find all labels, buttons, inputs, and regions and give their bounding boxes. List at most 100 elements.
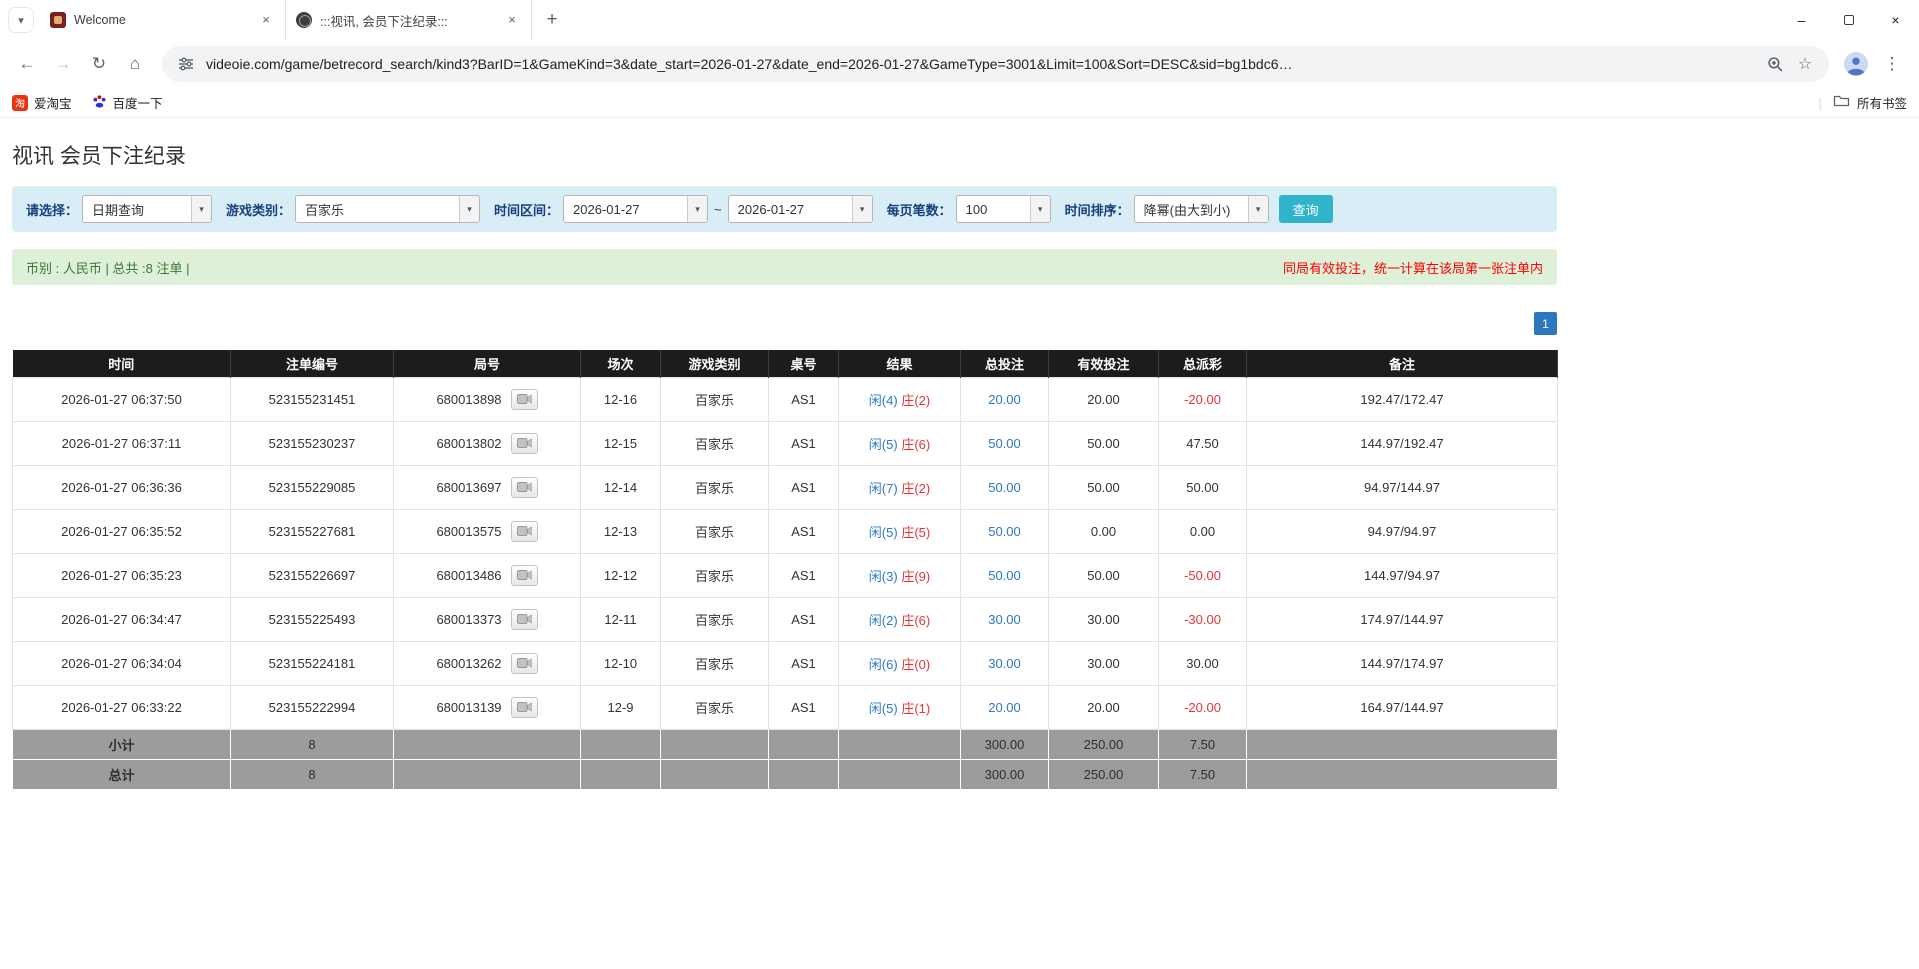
- game-kind-select[interactable]: 百家乐 ▾: [295, 195, 480, 223]
- grand-total-row: 总计8300.00250.007.50: [13, 759, 1558, 789]
- cell-payout: 47.50: [1159, 421, 1247, 465]
- bookmark-baidu[interactable]: 百度一下: [92, 93, 163, 112]
- cell-valid-bet: 0.00: [1049, 509, 1159, 553]
- chevron-down-icon[interactable]: ▾: [687, 196, 707, 222]
- cell-result: 闲(4) 庄(2): [839, 377, 961, 421]
- cell-time: 2026-01-27 06:35:23: [13, 553, 231, 597]
- site-info-icon[interactable]: [176, 54, 196, 74]
- video-replay-button[interactable]: [511, 389, 538, 410]
- video-replay-button[interactable]: [511, 609, 538, 630]
- cell-table-number: AS1: [769, 509, 839, 553]
- result-text: 闲(5) 庄(6): [869, 437, 930, 452]
- subtotal-row-cell-0: 小计: [13, 729, 231, 759]
- date-start-select[interactable]: 2026-01-27 ▾: [563, 195, 708, 223]
- cell-valid-bet: 30.00: [1049, 641, 1159, 685]
- profile-avatar[interactable]: [1839, 47, 1873, 81]
- page-title: 视讯 会员下注纪录: [12, 140, 1557, 170]
- result-text: 闲(5) 庄(1): [869, 701, 930, 716]
- game-kind-value: 百家乐: [296, 196, 459, 222]
- date-end-select[interactable]: 2026-01-27 ▾: [728, 195, 873, 223]
- cell-total-bet[interactable]: 30.00: [961, 641, 1049, 685]
- cell-total-bet[interactable]: 30.00: [961, 597, 1049, 641]
- column-header-8: 有效投注: [1049, 350, 1159, 377]
- browser-menu-icon[interactable]: ⋮: [1875, 47, 1909, 81]
- cell-round: 680013802: [394, 421, 581, 465]
- sort-order-value: 降幂(由大到小): [1135, 196, 1248, 222]
- cell-total-bet[interactable]: 50.00: [961, 509, 1049, 553]
- cell-session: 12-9: [581, 685, 661, 729]
- forward-button[interactable]: →: [46, 47, 80, 81]
- address-bar[interactable]: videoie.com/game/betrecord_search/kind3?…: [162, 46, 1829, 82]
- cell-game-kind: 百家乐: [661, 421, 769, 465]
- new-tab-button[interactable]: +: [538, 6, 566, 34]
- zoom-icon[interactable]: [1765, 54, 1785, 74]
- chevron-down-icon[interactable]: ▾: [1030, 196, 1050, 222]
- cell-total-bet[interactable]: 20.00: [961, 685, 1049, 729]
- chevron-down-icon[interactable]: ▾: [191, 196, 211, 222]
- cell-total-bet[interactable]: 20.00: [961, 377, 1049, 421]
- cell-total-bet[interactable]: 50.00: [961, 465, 1049, 509]
- cell-table-number: AS1: [769, 641, 839, 685]
- query-type-select[interactable]: 日期查询 ▾: [82, 195, 212, 223]
- chevron-down-icon[interactable]: ▾: [1248, 196, 1268, 222]
- sort-order-select[interactable]: 降幂(由大到小) ▾: [1134, 195, 1269, 223]
- round-number: 680013262: [436, 656, 501, 671]
- browser-tab-welcome[interactable]: Welcome ×: [40, 0, 286, 40]
- grand-total-row-cell-2: [394, 759, 581, 789]
- refresh-button[interactable]: ↻: [82, 47, 116, 81]
- search-button[interactable]: 查询: [1279, 195, 1333, 223]
- video-replay-button[interactable]: [511, 697, 538, 718]
- cell-valid-bet: 20.00: [1049, 685, 1159, 729]
- banker-result: 庄(6): [901, 613, 930, 628]
- minimize-button[interactable]: –: [1778, 0, 1825, 40]
- cell-note: 174.97/144.97: [1247, 597, 1558, 641]
- bookmark-star-icon[interactable]: ☆: [1795, 54, 1815, 74]
- cell-round: 680013486: [394, 553, 581, 597]
- round-number: 680013802: [436, 436, 501, 451]
- cell-valid-bet: 50.00: [1049, 421, 1159, 465]
- url-text[interactable]: videoie.com/game/betrecord_search/kind3?…: [206, 56, 1755, 72]
- video-replay-button[interactable]: [511, 433, 538, 454]
- cell-round: 680013898: [394, 377, 581, 421]
- cell-total-bet[interactable]: 50.00: [961, 553, 1049, 597]
- browser-tab-betrecord[interactable]: :::视讯, 会员下注纪录::: ×: [286, 0, 532, 40]
- cell-note: 164.97/144.97: [1247, 685, 1558, 729]
- divider: |: [1818, 95, 1822, 111]
- home-button[interactable]: ⌂: [118, 47, 152, 81]
- select-type-label: 请选择：: [26, 200, 78, 219]
- player-result: 闲(7): [869, 481, 898, 496]
- navigation-bar: ← → ↻ ⌂ videoie.com/game/betrecord_searc…: [0, 40, 1919, 88]
- cell-valid-bet: 20.00: [1049, 377, 1159, 421]
- tab-strip: ▾ Welcome × :::视讯, 会员下注纪录::: × + – ×: [0, 0, 1919, 40]
- cell-game-kind: 百家乐: [661, 465, 769, 509]
- page-number-button[interactable]: 1: [1534, 312, 1557, 335]
- site-tab-favicon-icon: [296, 12, 312, 28]
- maximize-button[interactable]: [1825, 0, 1872, 40]
- banker-result: 庄(9): [901, 569, 930, 584]
- cell-session: 12-10: [581, 641, 661, 685]
- all-bookmarks[interactable]: | 所有书签: [1818, 93, 1907, 112]
- cell-bet-id: 523155230237: [231, 421, 394, 465]
- grand-total-row-cell-10: [1247, 759, 1558, 789]
- table-row: 2026-01-27 06:34:04523155224181680013262…: [13, 641, 1558, 685]
- video-replay-button[interactable]: [511, 565, 538, 586]
- chevron-down-icon[interactable]: ▾: [459, 196, 479, 222]
- tab-close-icon[interactable]: ×: [503, 11, 521, 29]
- range-separator: ~: [714, 202, 722, 217]
- page-size-select[interactable]: 100 ▾: [956, 195, 1051, 223]
- chevron-down-icon[interactable]: ▾: [852, 196, 872, 222]
- video-replay-button[interactable]: [511, 521, 538, 542]
- video-replay-button[interactable]: [511, 653, 538, 674]
- bookmark-aitaobao[interactable]: 淘 爱淘宝: [12, 93, 72, 112]
- grand-total-row-cell-7: 300.00: [961, 759, 1049, 789]
- column-header-2: 局号: [394, 350, 581, 377]
- round-number: 680013575: [436, 524, 501, 539]
- page-body: 视讯 会员下注纪录 请选择： 日期查询 ▾ 游戏类别： 百家乐 ▾ 时间区间： …: [0, 118, 1919, 790]
- video-replay-button[interactable]: [511, 477, 538, 498]
- tab-close-icon[interactable]: ×: [257, 11, 275, 29]
- cell-total-bet[interactable]: 50.00: [961, 421, 1049, 465]
- tab-search-button[interactable]: ▾: [8, 7, 34, 33]
- close-button[interactable]: ×: [1872, 0, 1919, 40]
- player-result: 闲(3): [869, 569, 898, 584]
- back-button[interactable]: ←: [10, 47, 44, 81]
